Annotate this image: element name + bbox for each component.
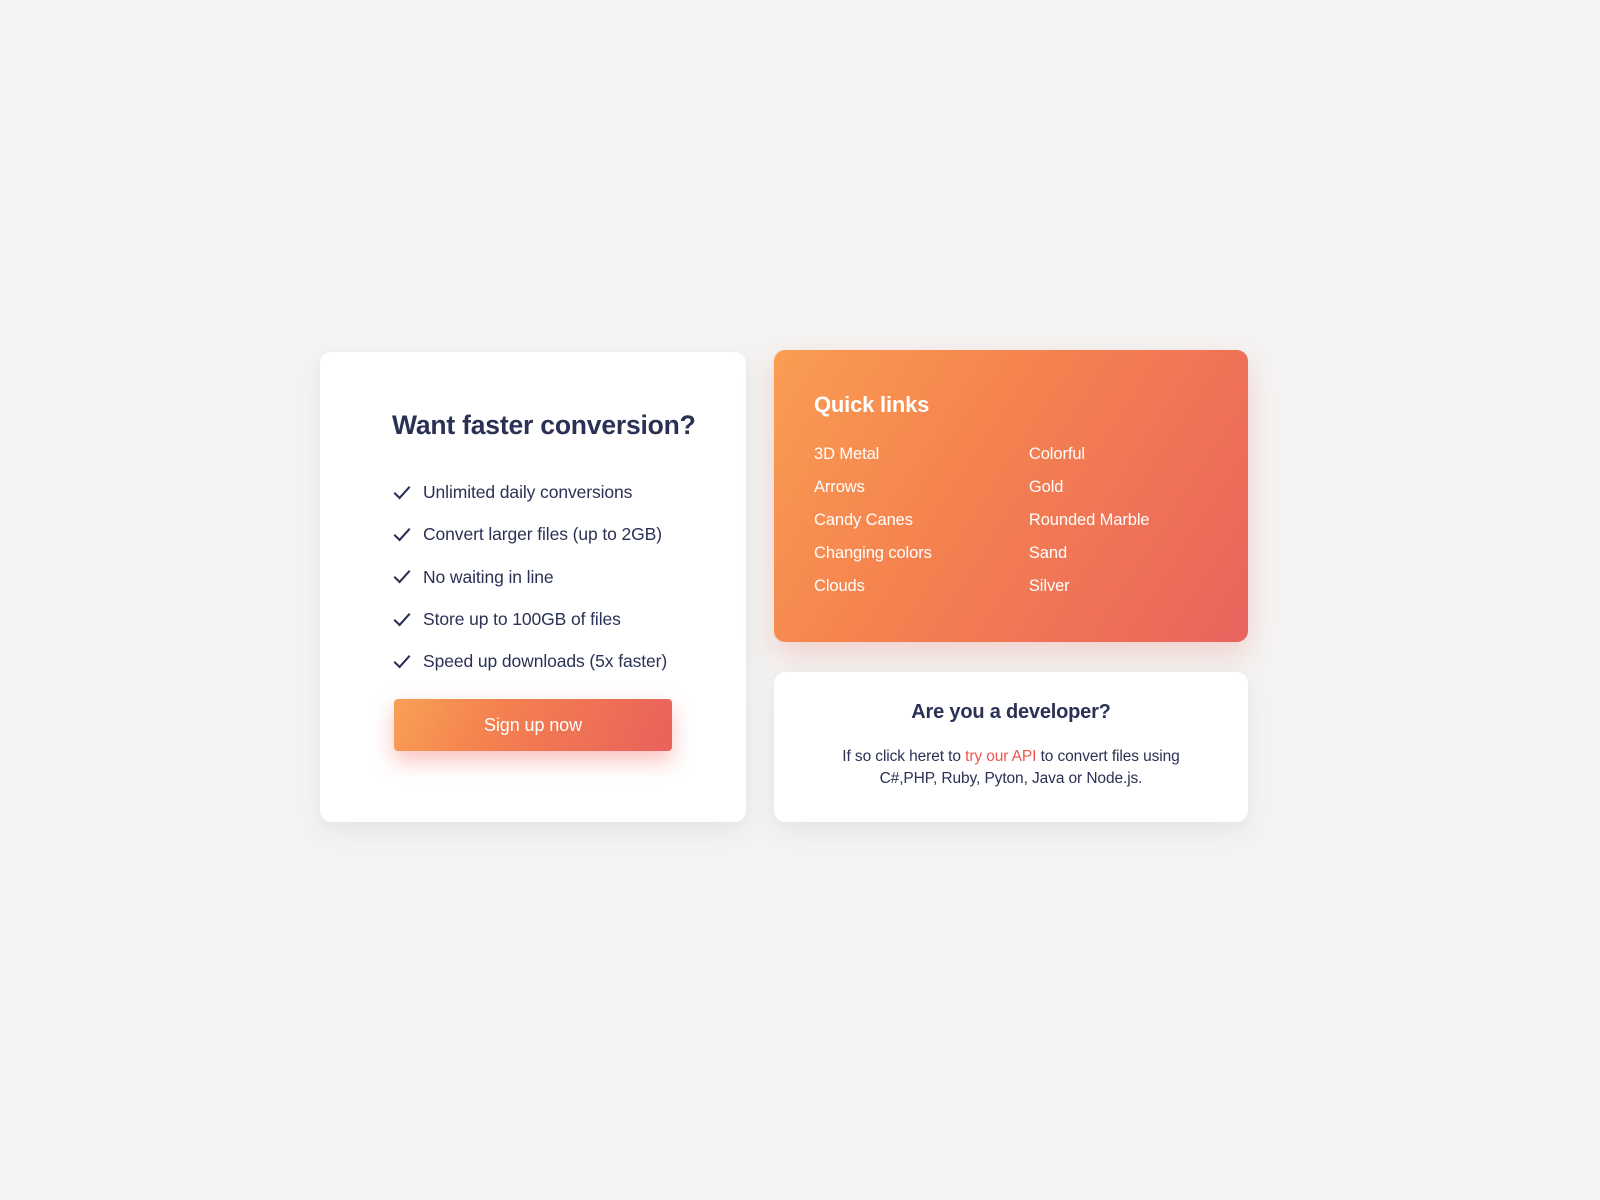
list-item: Convert larger files (up to 2GB) — [392, 524, 702, 546]
developer-description: If so click heret to try our API to conv… — [818, 746, 1204, 791]
quick-link-silver[interactable]: Silver — [1029, 578, 1070, 595]
page-root: Want faster conversion? Unlimited daily … — [0, 0, 1600, 1200]
developer-title: Are you a developer? — [911, 701, 1111, 723]
feature-label: No waiting in line — [423, 566, 554, 587]
developer-card: Are you a developer? If so click heret t… — [774, 672, 1248, 822]
quick-links-card: Quick links 3D Metal Arrows Candy Canes … — [774, 350, 1248, 642]
promo-card: Want faster conversion? Unlimited daily … — [320, 352, 746, 822]
list-item: No waiting in line — [392, 567, 702, 589]
list-item: Store up to 100GB of files — [392, 609, 702, 631]
list-item: Speed up downloads (5x faster) — [392, 651, 702, 673]
check-icon — [392, 610, 412, 630]
try-our-api-link[interactable]: try our API — [965, 748, 1036, 765]
quick-link-colorful[interactable]: Colorful — [1029, 446, 1085, 463]
quick-link-arrows[interactable]: Arrows — [814, 479, 865, 496]
quick-link-3d-metal[interactable]: 3D Metal — [814, 446, 879, 463]
quick-link-sand[interactable]: Sand — [1029, 545, 1067, 562]
feature-label: Store up to 100GB of files — [423, 608, 621, 629]
feature-label: Convert larger files (up to 2GB) — [423, 524, 662, 545]
quick-link-clouds[interactable]: Clouds — [814, 578, 865, 595]
sign-up-button[interactable]: Sign up now — [394, 699, 672, 752]
quick-links-column-left: 3D Metal Arrows Candy Canes Changing col… — [814, 446, 1029, 611]
quick-link-changing-colors[interactable]: Changing colors — [814, 545, 932, 562]
quick-link-gold[interactable]: Gold — [1029, 479, 1064, 496]
check-icon — [392, 652, 412, 672]
feature-label: Speed up downloads (5x faster) — [423, 651, 668, 672]
developer-text-before: If so click heret to — [842, 748, 966, 765]
quick-links-column-right: Colorful Gold Rounded Marble Sand Silver — [1029, 446, 1208, 611]
quick-link-rounded-marble[interactable]: Rounded Marble — [1029, 512, 1150, 529]
check-icon — [392, 567, 412, 587]
quick-links-columns: 3D Metal Arrows Candy Canes Changing col… — [814, 446, 1208, 611]
feature-label: Unlimited daily conversions — [423, 481, 633, 502]
quick-links-title: Quick links — [814, 392, 930, 417]
list-item: Unlimited daily conversions — [392, 482, 702, 504]
check-icon — [392, 483, 412, 503]
quick-link-candy-canes[interactable]: Candy Canes — [814, 512, 913, 529]
feature-list: Unlimited daily conversions Convert larg… — [392, 482, 702, 673]
promo-title: Want faster conversion? — [392, 410, 696, 440]
check-icon — [392, 525, 412, 545]
